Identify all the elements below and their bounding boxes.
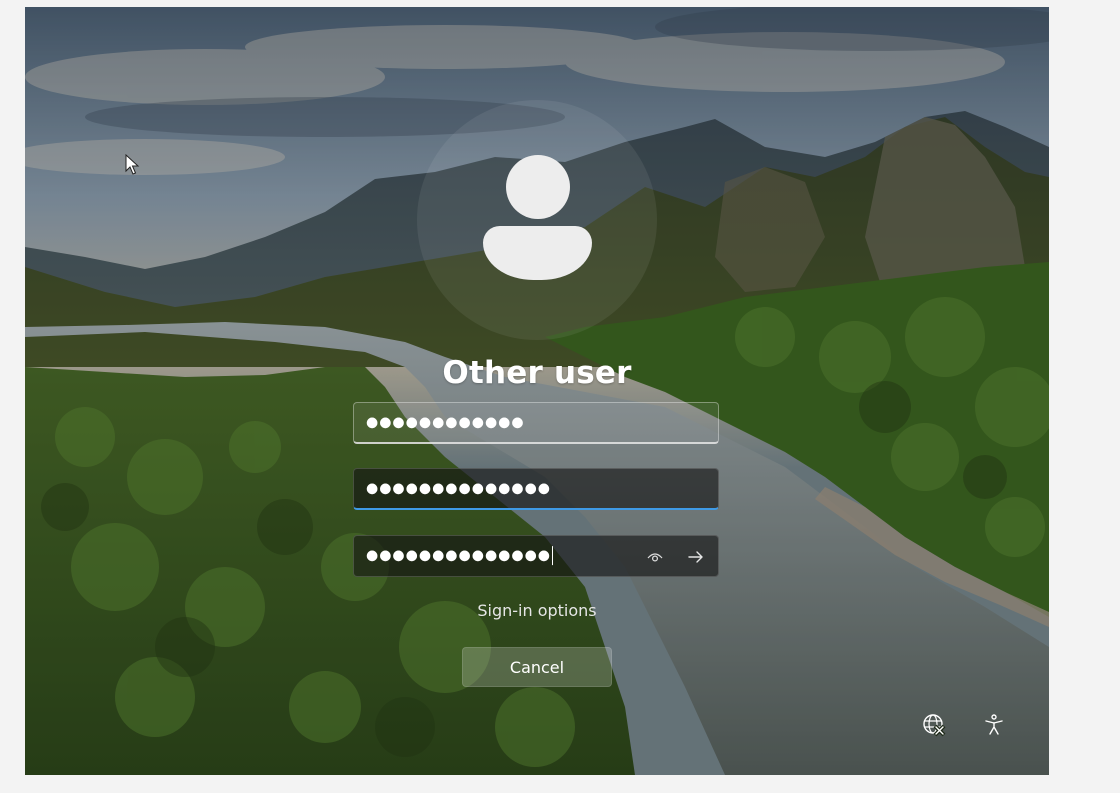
- arrow-right-icon: [688, 551, 703, 563]
- username-value: ●●●●●●●●●●●●: [366, 414, 525, 431]
- avatar-body-shape: [483, 226, 592, 280]
- reveal-password-button[interactable]: [640, 544, 670, 570]
- avatar-head-shape: [506, 155, 570, 219]
- user-name-title: Other user: [442, 355, 632, 391]
- accessibility-icon: [985, 714, 1003, 735]
- network-button[interactable]: [918, 709, 950, 741]
- sign-in-options-link[interactable]: Sign-in options: [25, 601, 1049, 620]
- password-value: ●●●●●●●●●●●●●●: [366, 480, 552, 497]
- confirm-password-field[interactable]: ●●●●●●●●●●●●●●: [353, 535, 719, 577]
- lock-screen: Other user ●●●●●●●●●●●● ●●●●●●●●●●●●●● ●…: [25, 7, 1049, 775]
- password-field[interactable]: ●●●●●●●●●●●●●●: [353, 468, 719, 510]
- accessibility-button[interactable]: [978, 709, 1010, 741]
- username-field[interactable]: ●●●●●●●●●●●●: [353, 402, 719, 444]
- mouse-pointer-icon: [125, 154, 140, 175]
- confirm-password-value-wrapper: ●●●●●●●●●●●●●●: [366, 546, 554, 566]
- submit-arrow-button[interactable]: [680, 544, 712, 570]
- cancel-button[interactable]: Cancel: [462, 647, 612, 687]
- user-avatar: [417, 100, 657, 340]
- eye-icon: [647, 553, 663, 562]
- text-caret: [552, 546, 554, 566]
- confirm-password-value: ●●●●●●●●●●●●●●: [366, 547, 552, 564]
- network-globe-icon: [923, 714, 946, 737]
